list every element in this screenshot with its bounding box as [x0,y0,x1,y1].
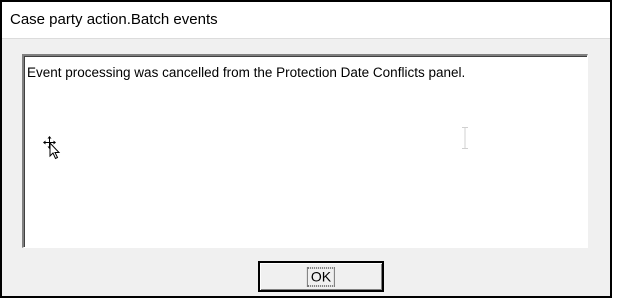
move-cursor-icon [43,136,61,160]
message-box: Event processing was cancelled from the … [22,54,588,248]
dialog-title: Case party action.Batch events [10,11,218,28]
title-bar: Case party action.Batch events [2,2,610,39]
ok-button[interactable]: OK [258,261,384,292]
ibeam-cursor-icon [462,127,468,149]
message-text: Event processing was cancelled from the … [27,65,466,80]
ok-button-label: OK [306,267,336,286]
message-dialog: Case party action.Batch events Event pro… [0,0,612,298]
